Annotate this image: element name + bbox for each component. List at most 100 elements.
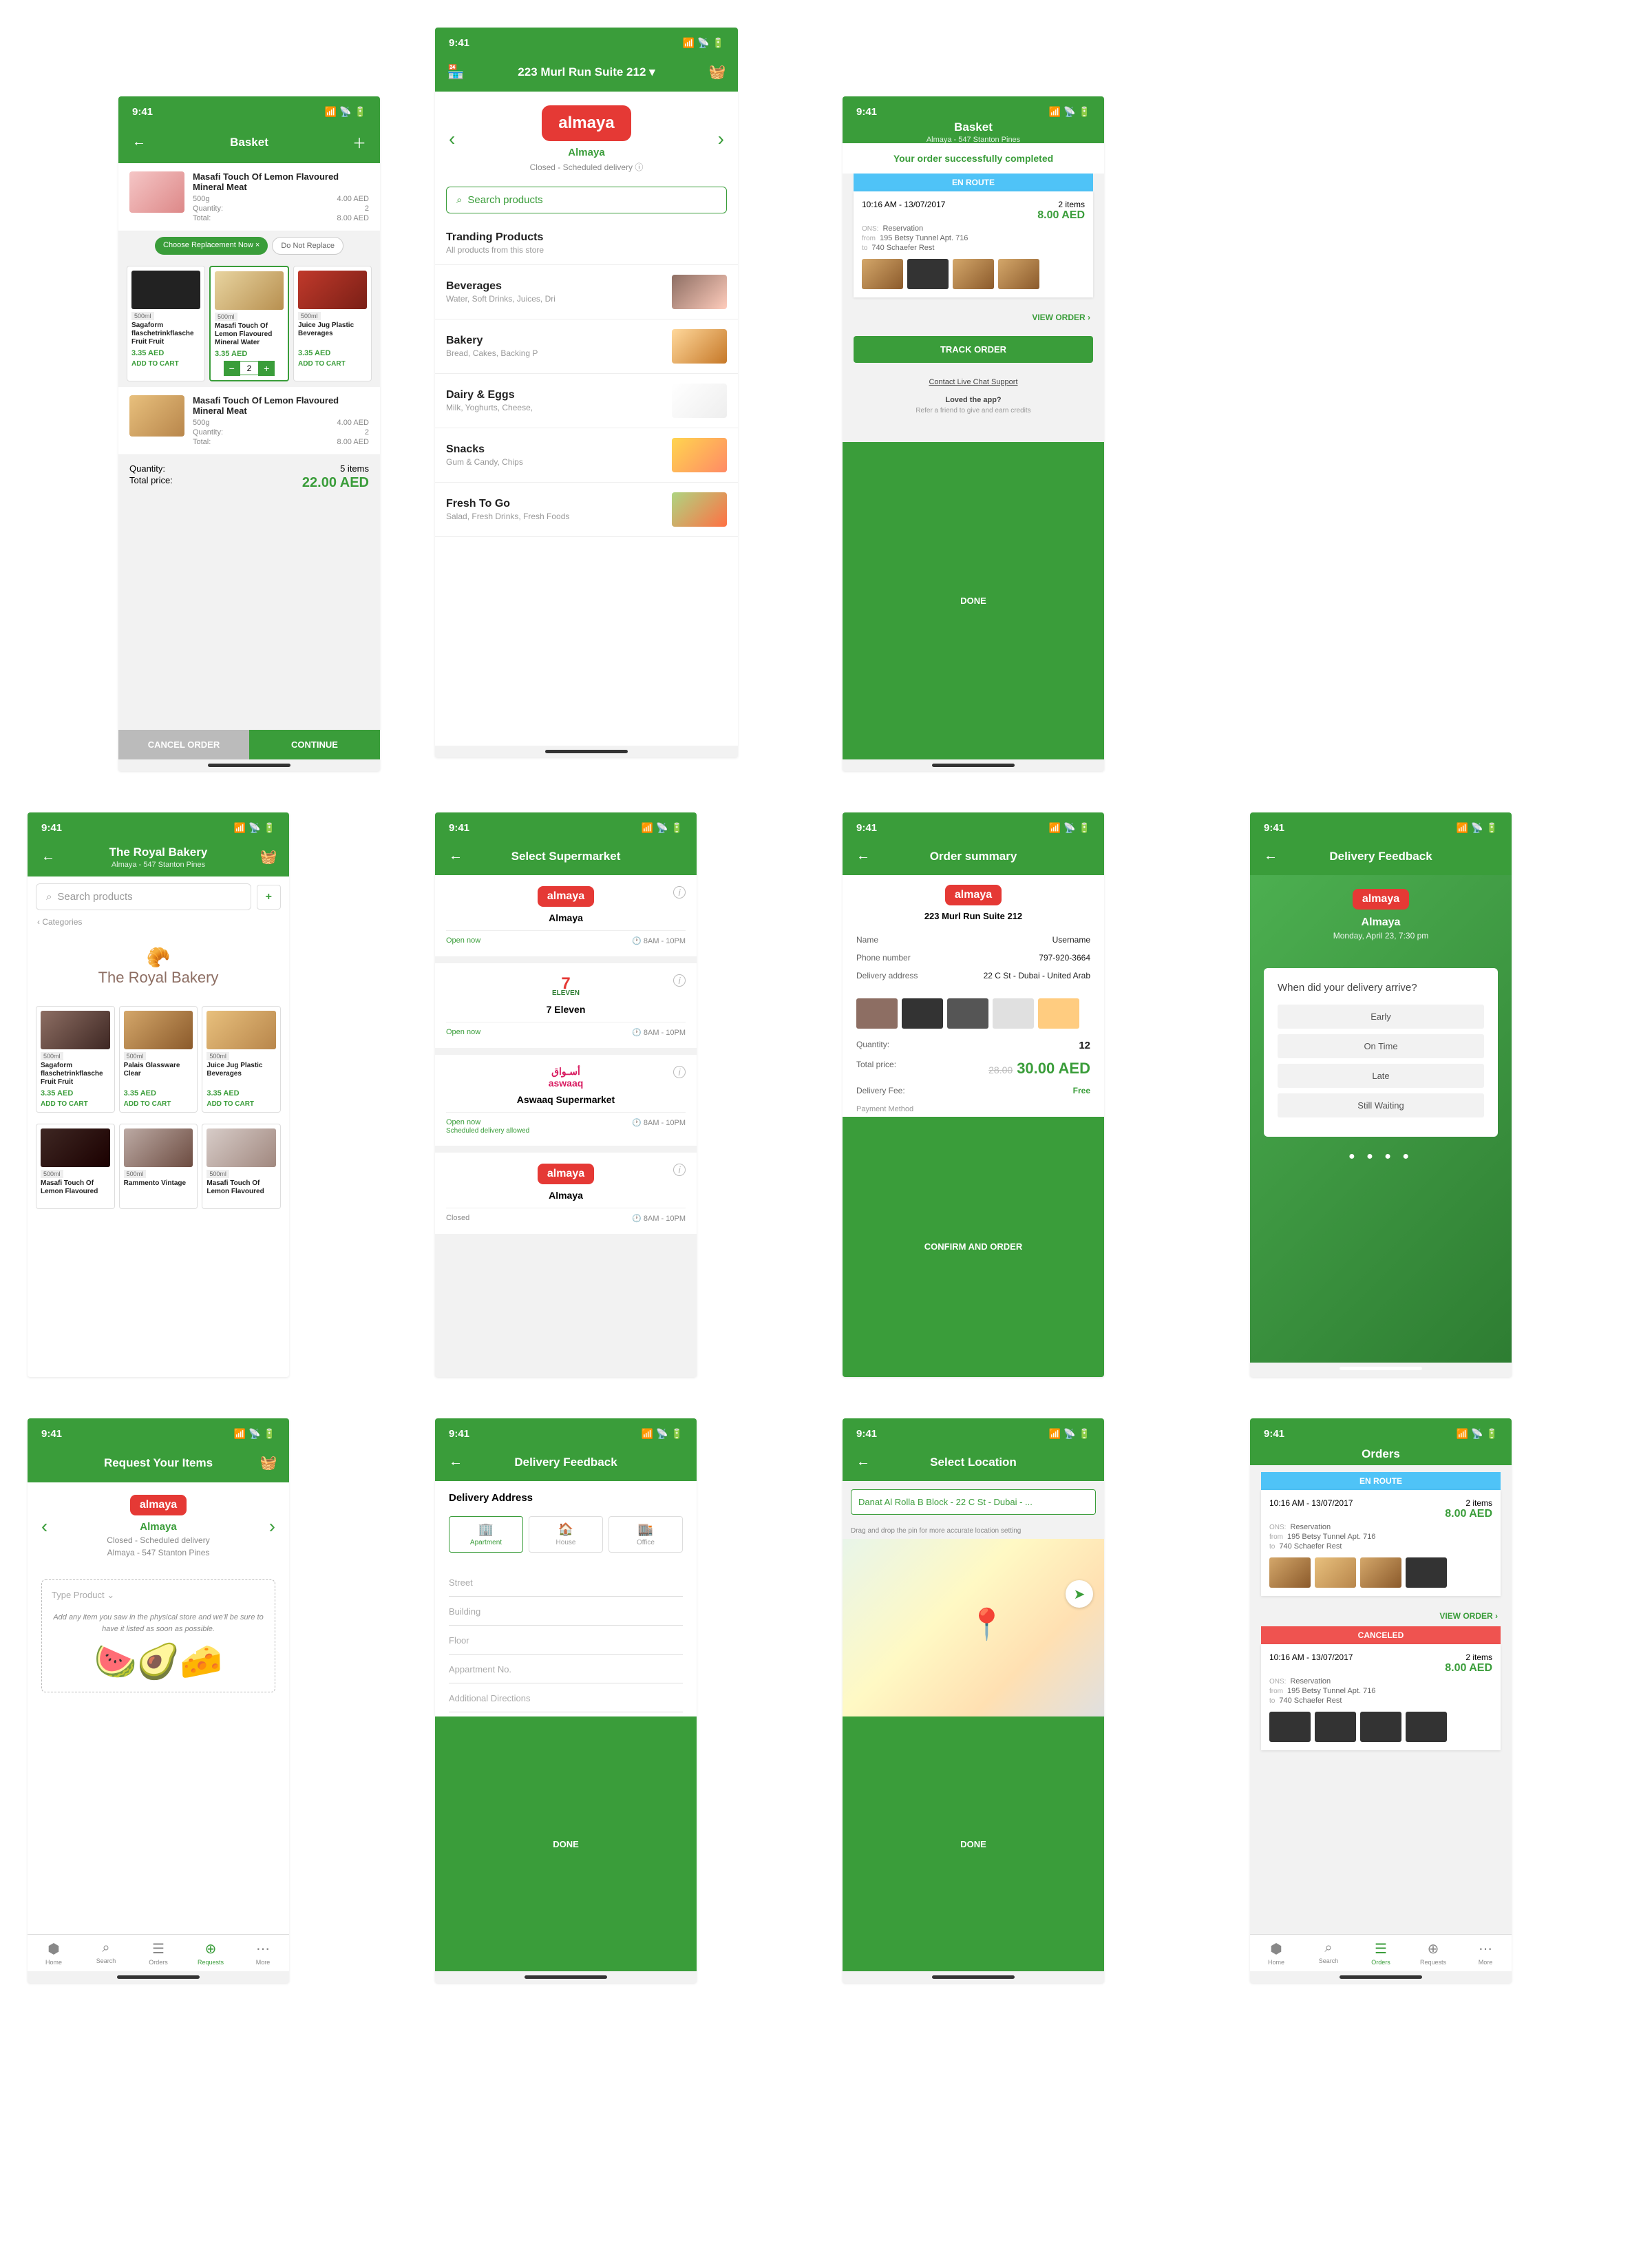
product-card-selected[interactable]: 500ml Masafi Touch Of Lemon Flavoured Mi…	[209, 266, 289, 381]
address-selector[interactable]: 223 Murl Run Suite 212 ▾	[518, 65, 655, 79]
choose-replacement-button[interactable]: Choose Replacement Now ×	[155, 237, 268, 255]
track-order-button[interactable]: TRACK ORDER	[854, 336, 1093, 363]
quantity-stepper[interactable]: −2+	[215, 361, 284, 376]
back-icon[interactable]: ←	[854, 848, 873, 864]
locate-me-button[interactable]: ➤	[1066, 1580, 1093, 1608]
tab-house[interactable]: 🏠House	[529, 1516, 603, 1553]
back-icon[interactable]: ←	[129, 134, 149, 150]
add-to-cart-button[interactable]: ADD TO CART	[131, 360, 200, 368]
tab-search[interactable]: ⌕Search	[1302, 1940, 1355, 1966]
qty-minus-button[interactable]: −	[224, 361, 240, 376]
product-card[interactable]: 500ml Juice Jug Plastic Beverages 3.35 A…	[293, 266, 372, 381]
done-button[interactable]: DONE	[435, 1716, 697, 1971]
type-product-input[interactable]: Type Product ⌄	[52, 1590, 265, 1601]
order-card[interactable]: 10:16 AM - 13/07/20172 items8.00 AED ONS…	[854, 191, 1093, 297]
category-row[interactable]: BeveragesWater, Soft Drinks, Juices, Dri	[435, 265, 738, 319]
categories-link[interactable]: ‹ Categories	[28, 917, 289, 932]
supermarket-card[interactable]: almayaiAlmaya Open now🕐 8AM - 10PM	[435, 875, 697, 956]
location-input[interactable]: Danat Al Rolla B Block - 22 C St - Dubai…	[851, 1489, 1096, 1515]
tab-office[interactable]: 🏬Office	[608, 1516, 683, 1553]
add-to-cart-button[interactable]: ADD TO CART	[298, 360, 367, 368]
bakery-logo: 🥐 The Royal Bakery	[28, 932, 289, 1000]
add-to-cart-button[interactable]: ADD TO CART	[124, 1100, 193, 1108]
prev-store-button[interactable]: ‹	[435, 128, 469, 150]
order-card[interactable]: 10:16 AM - 13/07/20172 items8.00 AED ONS…	[1261, 1644, 1501, 1750]
tab-apartment[interactable]: 🏢Apartment	[449, 1516, 523, 1553]
map-pin-icon[interactable]: 📍	[968, 1606, 1006, 1642]
supermarket-card[interactable]: 7ELEVENi7 Eleven Open now🕐 8AM - 10PM	[435, 963, 697, 1048]
done-button[interactable]: DONE	[843, 1716, 1104, 1971]
contact-support-link[interactable]: Contact Live Chat Support	[843, 378, 1104, 386]
supermarket-card[interactable]: almayaiAlmaya Closed🕐 8AM - 10PM	[435, 1153, 697, 1234]
category-row[interactable]: BakeryBread, Cakes, Backing P	[435, 319, 738, 374]
next-button[interactable]: ›	[255, 1515, 289, 1537]
tab-orders[interactable]: ☰Orders	[1355, 1940, 1407, 1966]
category-row[interactable]: Tranding ProductsAll products from this …	[435, 222, 738, 265]
view-order-link[interactable]: VIEW ORDER ›	[843, 307, 1104, 328]
supermarket-card[interactable]: أسـواقaswaaqiAswaaq Supermarket Open now…	[435, 1055, 697, 1146]
add-to-cart-button[interactable]: ADD TO CART	[41, 1100, 110, 1108]
basket-item[interactable]: Masafi Touch Of Lemon Flavoured Mineral …	[118, 163, 380, 231]
search-input[interactable]: ⌕ Search products	[446, 187, 727, 213]
loved-app-link[interactable]: Loved the app?	[843, 396, 1104, 404]
confirm-order-button[interactable]: CONFIRM AND ORDER	[843, 1117, 1104, 1378]
directions-input[interactable]: Additional Directions	[449, 1685, 683, 1712]
tab-orders[interactable]: ☰Orders	[132, 1940, 184, 1966]
order-card[interactable]: 10:16 AM - 13/07/20172 items8.00 AED ONS…	[1261, 1490, 1501, 1596]
tab-more[interactable]: ⋯More	[1459, 1940, 1512, 1966]
product-card[interactable]: 500mlSagaform flaschetrinkflasche Fruit …	[36, 1006, 115, 1113]
feedback-option[interactable]: Late	[1278, 1064, 1484, 1088]
view-order-link[interactable]: VIEW ORDER ›	[1250, 1606, 1512, 1626]
back-icon[interactable]: ←	[1261, 848, 1280, 864]
search-input[interactable]: ⌕Search products	[36, 883, 251, 910]
product-card[interactable]: 500mlJuice Jug Plastic Beverages3.35 AED…	[202, 1006, 281, 1113]
info-icon[interactable]: i	[673, 1066, 686, 1078]
add-to-cart-button[interactable]: ADD TO CART	[207, 1100, 276, 1108]
product-card[interactable]: 500mlMasafi Touch Of Lemon Flavoured	[202, 1124, 281, 1209]
tab-search[interactable]: ⌕Search	[80, 1940, 132, 1966]
feedback-option[interactable]: Early	[1278, 1005, 1484, 1029]
qty-plus-button[interactable]: +	[258, 361, 275, 376]
tab-requests[interactable]: ⊕Requests	[184, 1940, 237, 1966]
info-icon[interactable]: i	[673, 886, 686, 899]
tab-requests[interactable]: ⊕Requests	[1407, 1940, 1459, 1966]
apartment-input[interactable]: Appartment No.	[449, 1656, 683, 1683]
building-input[interactable]: Building	[449, 1598, 683, 1626]
tab-more[interactable]: ⋯More	[237, 1940, 289, 1966]
product-card[interactable]: 500ml Sagaform flaschetrinkflasche Fruit…	[127, 266, 205, 381]
back-icon[interactable]: ←	[39, 849, 58, 865]
next-store-button[interactable]: ›	[704, 128, 738, 150]
feedback-option[interactable]: On Time	[1278, 1034, 1484, 1058]
info-icon[interactable]: i	[673, 1164, 686, 1176]
category-row[interactable]: Fresh To GoSalad, Fresh Drinks, Fresh Fo…	[435, 483, 738, 537]
street-input[interactable]: Street	[449, 1569, 683, 1597]
basket-icon[interactable]: 🧺	[259, 1454, 278, 1471]
tab-home[interactable]: ⬢Home	[1250, 1940, 1302, 1966]
feedback-option[interactable]: Still Waiting	[1278, 1093, 1484, 1117]
back-icon[interactable]: ←	[446, 848, 465, 864]
category-row[interactable]: SnacksGum & Candy, Chips	[435, 428, 738, 483]
store-icon[interactable]: 🏪	[446, 63, 465, 81]
done-button[interactable]: DONE	[843, 442, 1104, 760]
tab-home[interactable]: ⬢Home	[28, 1940, 80, 1966]
product-card[interactable]: 500mlPalais Glassware Clear3.35 AEDADD T…	[119, 1006, 198, 1113]
basket-icon[interactable]: 🧺	[259, 848, 278, 865]
category-row[interactable]: Dairy & EggsMilk, Yoghurts, Cheese,	[435, 374, 738, 428]
basket-icon[interactable]: 🧺	[708, 63, 727, 81]
floor-input[interactable]: Floor	[449, 1627, 683, 1655]
do-not-replace-button[interactable]: Do Not Replace	[272, 237, 343, 255]
product-card[interactable]: 500mlMasafi Touch Of Lemon Flavoured	[36, 1124, 115, 1209]
request-hint: Add any item you saw in the physical sto…	[52, 1612, 265, 1635]
map[interactable]: ➤ 📍	[843, 1539, 1104, 1716]
continue-button[interactable]: CONTINUE	[249, 730, 380, 759]
add-icon[interactable]: ＋	[350, 132, 369, 152]
prev-button[interactable]: ‹	[28, 1515, 61, 1537]
add-button[interactable]: +	[257, 885, 281, 910]
basket-item[interactable]: Masafi Touch Of Lemon Flavoured Mineral …	[118, 387, 380, 455]
cancel-order-button[interactable]: CANCEL ORDER	[118, 730, 249, 759]
back-icon[interactable]: ←	[854, 1454, 873, 1470]
product-card[interactable]: 500mlRammento Vintage	[119, 1124, 198, 1209]
back-icon[interactable]: ←	[446, 1454, 465, 1470]
info-icon[interactable]: i	[673, 974, 686, 987]
header: BasketAlmaya - 547 Stanton Pines	[843, 127, 1104, 143]
